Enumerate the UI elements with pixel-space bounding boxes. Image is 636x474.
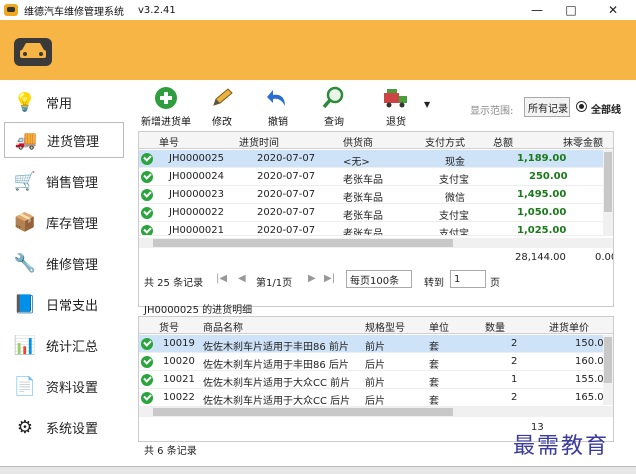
details-horizontal-scrollbar[interactable] — [139, 407, 613, 417]
table-row[interactable]: 10021 佐佐木刹车片适用于大众CC 前片 前片 套 1 155.00 — [139, 371, 613, 389]
new-purchase-button[interactable]: 新增进货单 — [138, 86, 194, 128]
orders-sum-round: 0.00 — [595, 252, 613, 263]
last-page-icon[interactable]: ▶| — [324, 273, 335, 284]
check-icon — [141, 153, 153, 165]
sidebar-item-inventory[interactable]: 📦 库存管理 — [4, 204, 124, 240]
taskbar — [0, 466, 636, 474]
orders-horizontal-scrollbar[interactable] — [139, 238, 613, 248]
app-logo-icon — [4, 4, 18, 16]
check-icon — [141, 356, 153, 368]
all-radio-label: 全部线 — [591, 105, 621, 116]
per-page-select[interactable]: 每页100条 — [346, 270, 412, 288]
app-title: 维德汽车维修管理系统 — [24, 6, 124, 18]
goto-label: 转到 — [424, 278, 444, 289]
sidebar-item-common[interactable]: 💡 常用 — [4, 84, 124, 120]
details-title: JH0000025 的进货明细 — [144, 305, 253, 316]
table-row[interactable]: 10019 佐佐木刹车片适用于丰田86 前片 前片 套 2 150.00 — [139, 335, 613, 353]
sidebar-item-repair[interactable]: 🔧 维修管理 — [4, 245, 124, 281]
sidebar-item-expenses[interactable]: 📘 日常支出 — [4, 286, 124, 322]
check-icon — [141, 374, 153, 386]
sidebar-item-purchase[interactable]: 🚚 进货管理 — [4, 122, 124, 158]
header-banner — [0, 20, 636, 80]
undo-icon — [267, 90, 285, 106]
sidebar-item-label: 维修管理 — [46, 257, 99, 273]
gear-icon: ⚙ — [16, 416, 34, 438]
orders-sum-total: 28,144.00 — [515, 252, 566, 263]
table-row[interactable]: JH0000024 2020-07-07 老张车品 支付宝 250.00 — [139, 168, 613, 186]
first-page-icon[interactable]: |◀ — [216, 273, 227, 284]
sidebar: 💡 常用 🚚 进货管理 🛒 销售管理 📦 库存管理 🔧 维修管理 📘 日常支出 … — [0, 80, 132, 474]
repair-icon: 🔧 — [13, 252, 37, 274]
sidebar-item-statistics[interactable]: 📊 统计汇总 — [4, 327, 124, 363]
sidebar-item-label: 资料设置 — [46, 380, 99, 396]
next-page-icon[interactable]: ▶ — [308, 273, 316, 284]
close-button[interactable]: ✕ — [596, 0, 630, 20]
check-icon — [141, 171, 153, 183]
main-panel: 新增进货单 修改 撤销 查询 退货 ▼ 显示范围: 所有记录 全部线 单号 进货… — [132, 80, 636, 474]
range-label: 显示范围: — [470, 106, 514, 117]
details-vertical-scrollbar[interactable] — [603, 335, 613, 405]
check-icon — [141, 189, 153, 201]
edit-button[interactable]: 修改 — [194, 86, 250, 128]
orders-vertical-scrollbar[interactable] — [603, 150, 613, 236]
maximize-button[interactable]: □ — [554, 0, 588, 20]
toolbar: 新增进货单 修改 撤销 查询 退货 ▼ 显示范围: 所有记录 全部线 — [132, 80, 636, 130]
check-icon — [141, 225, 153, 235]
range-select[interactable]: 所有记录 — [524, 97, 570, 117]
book-icon: 📘 — [13, 293, 37, 315]
sidebar-item-data-settings[interactable]: 📄 资料设置 — [4, 368, 124, 404]
sidebar-item-label: 进货管理 — [47, 134, 100, 150]
box-icon: 📦 — [13, 211, 37, 233]
details-record-count: 共 6 条记录 — [144, 446, 197, 457]
sidebar-item-label: 库存管理 — [46, 216, 99, 232]
add-icon — [155, 87, 177, 109]
app-version: v3.2.41 — [138, 4, 176, 16]
table-row[interactable]: JH0000025 2020-07-07 <无> 现金 1,189.00 — [139, 150, 613, 168]
pencil-icon — [213, 88, 233, 106]
goto-page-input[interactable]: 1 — [450, 270, 486, 288]
query-button[interactable]: 查询 — [306, 86, 362, 128]
sidebar-item-sales[interactable]: 🛒 销售管理 — [4, 163, 124, 199]
sidebar-item-label: 统计汇总 — [46, 339, 99, 355]
sidebar-item-label: 销售管理 — [46, 175, 99, 191]
sidebar-item-label: 日常支出 — [46, 298, 99, 314]
watermark-text: 最需教育 — [513, 434, 610, 459]
undo-button[interactable]: 撤销 — [250, 86, 306, 128]
table-header: 单号 进货时间 供货商 支付方式 总额 抹零金额 — [139, 132, 613, 149]
details-table: 货号 商品名称 规格型号 单位 数量 进货单价 10019 佐佐木刹车片适用于丰… — [138, 316, 614, 442]
check-icon — [141, 338, 153, 350]
pager: 共 25 条记录 |◀ ◀ 第1/1页 ▶ ▶| 每页100条 转到 1 页 — [132, 268, 636, 292]
check-icon — [141, 392, 153, 404]
table-row[interactable]: 10020 佐佐木刹车片适用于丰田86 后片 后片 套 2 160.00 — [139, 353, 613, 371]
table-row[interactable]: JH0000023 2020-07-07 老张车品 微信 1,495.00 — [139, 186, 613, 204]
table-row[interactable]: JH0000022 2020-07-07 老张车品 支付宝 1,050.00 — [139, 204, 613, 222]
truck-icon: 🚚 — [14, 129, 38, 151]
record-count: 共 25 条记录 — [144, 278, 204, 289]
return-goods-button[interactable]: 退货 — [368, 86, 424, 128]
chevron-down-icon[interactable]: ▼ — [424, 100, 430, 109]
sidebar-item-system-settings[interactable]: ⚙ 系统设置 — [4, 409, 124, 445]
prev-page-icon[interactable]: ◀ — [238, 273, 246, 284]
search-icon — [322, 86, 344, 109]
car-logo-icon — [14, 38, 52, 66]
table-header: 货号 商品名称 规格型号 单位 数量 进货单价 — [139, 317, 613, 334]
table-row[interactable]: JH0000021 2020-07-07 老张车品 支付宝 1,025.00 — [139, 222, 613, 236]
minimize-button[interactable]: — — [520, 0, 554, 20]
cart-icon: 🛒 — [13, 170, 37, 192]
lightbulb-icon: 💡 — [13, 91, 37, 113]
page-indicator: 第1/1页 — [256, 278, 293, 289]
chart-icon: 📊 — [13, 334, 37, 356]
truck-icon — [384, 89, 407, 108]
document-icon: 📄 — [13, 375, 37, 397]
sidebar-item-label: 常用 — [46, 96, 73, 112]
page-unit-label: 页 — [490, 278, 500, 289]
sidebar-item-label: 系统设置 — [46, 421, 99, 437]
title-bar: 维德汽车维修管理系统 v3.2.41 — □ ✕ — [0, 0, 636, 20]
all-radio[interactable] — [576, 101, 587, 112]
table-row[interactable]: 10022 佐佐木刹车片适用于大众CC 后片 后片 套 2 165.00 — [139, 389, 613, 407]
check-icon — [141, 207, 153, 219]
